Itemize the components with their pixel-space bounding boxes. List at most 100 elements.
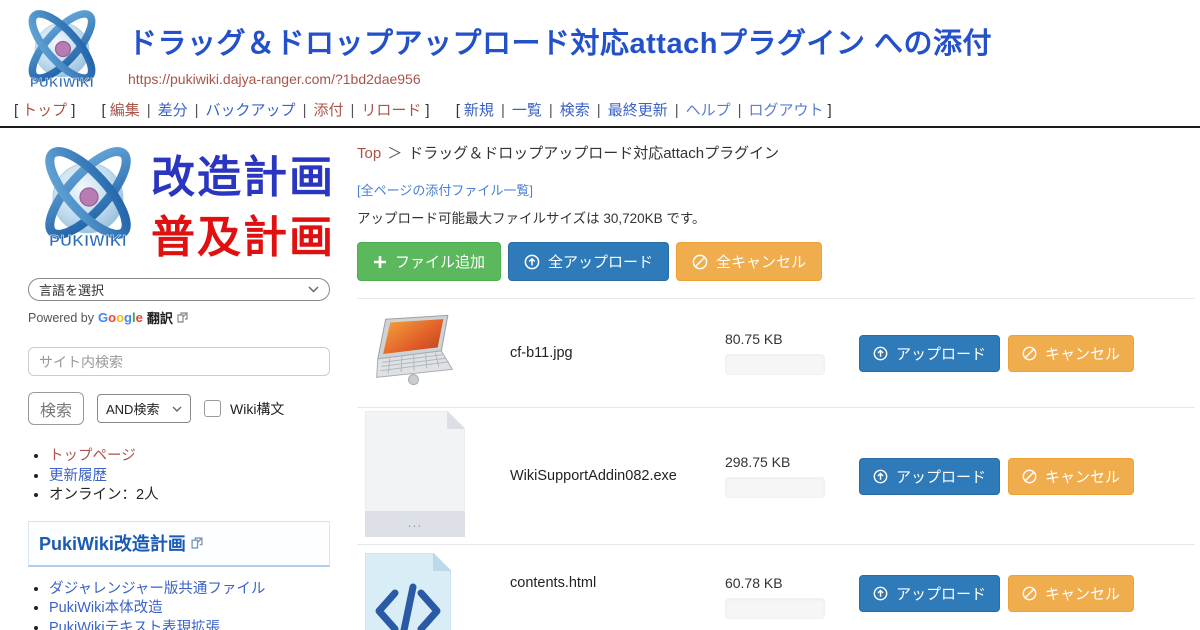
top-navbar: [トップ] [編集|差分|バックアップ|添付|リロード] [新規|一覧|検索|最… — [0, 95, 1200, 126]
chevron-down-icon — [308, 286, 319, 293]
list-item: PukiWikiテキスト表現拡張 — [49, 619, 330, 630]
nav-search[interactable]: 検索 — [560, 102, 590, 119]
list-item: ダジャレンジャー版共通ファイル — [49, 580, 330, 600]
wiki-syntax-label: Wiki構文 — [230, 399, 284, 419]
upload-label: アップロード — [896, 466, 986, 487]
list-item: トップページ — [49, 447, 330, 467]
kaizou-keikaku-banner[interactable]: PUKIWIKI 改造計画 普及計画 — [28, 140, 330, 266]
search-controls: 検索 AND検索 Wiki構文 — [28, 392, 330, 425]
sidebar-item-common-files[interactable]: ダジャレンジャー版共通ファイル — [49, 581, 265, 597]
external-link-icon — [177, 312, 188, 323]
list-item: PukiWiki本体改造 — [49, 599, 330, 619]
all-pages-attach-list-link[interactable]: [全ページの添付ファイル一覧] — [357, 180, 533, 199]
cancel-button[interactable]: キャンセル — [1008, 335, 1134, 372]
bracket: [ — [102, 102, 106, 119]
translate-link[interactable]: 翻訳 — [147, 308, 173, 327]
file-name: cf-b11.jpg — [510, 345, 725, 361]
upload-circle-icon — [524, 254, 540, 270]
upload-progress-bar — [725, 477, 825, 498]
nav-reload[interactable]: リロード — [361, 102, 421, 119]
nav-list[interactable]: 一覧 — [512, 102, 542, 119]
nav-logout[interactable]: ログアウト — [749, 102, 824, 119]
site-search-input[interactable] — [28, 347, 330, 376]
language-select[interactable]: 言語を選択 — [28, 278, 330, 301]
sidebar-item-core-mod[interactable]: PukiWiki本体改造 — [49, 600, 163, 616]
upload-label: アップロード — [896, 343, 986, 364]
pipe: | — [597, 102, 601, 119]
add-file-button[interactable]: ファイル追加 — [357, 242, 501, 281]
nav-group-site: [新規|一覧|検索|最終更新|ヘルプ|ログアウト] — [452, 102, 836, 119]
pipe: | — [675, 102, 679, 119]
nav-group-top: [トップ] — [10, 102, 79, 119]
pukiwiki-logo-text: PUKIWIKI — [30, 75, 94, 90]
upload-button[interactable]: アップロード — [859, 335, 1000, 372]
chevron-down-icon — [172, 406, 182, 412]
pipe: | — [195, 102, 199, 119]
file-name: WikiSupportAddin082.exe — [510, 468, 725, 484]
breadcrumb-home-link[interactable]: Top — [357, 145, 381, 162]
sidebar: PUKIWIKI 改造計画 普及計画 言語を選択 Powered by Goog… — [0, 128, 345, 630]
nav-edit[interactable]: 編集 — [110, 102, 140, 119]
max-upload-size-text: アップロード可能最大ファイルサイズは 30,720KB です。 — [357, 207, 1200, 227]
nav-backup[interactable]: バックアップ — [206, 102, 296, 119]
pipe: | — [147, 102, 151, 119]
cancel-all-label: 全キャンセル — [716, 251, 806, 272]
file-size: 80.75 KB — [725, 331, 843, 347]
bracket: ] — [425, 102, 429, 119]
cancel-button[interactable]: キャンセル — [1008, 575, 1134, 612]
search-mode-select[interactable]: AND検索 — [97, 394, 191, 423]
breadcrumb: Top ＞ ドラッグ＆ドロップアップロード対応attachプラグイン — [357, 142, 1200, 163]
google-translate-attribution: Powered by Google 翻訳 — [28, 308, 330, 327]
language-select-value: 言語を選択 — [39, 280, 104, 299]
upload-button[interactable]: アップロード — [859, 458, 1000, 495]
ban-icon — [1022, 586, 1037, 601]
nav-diff[interactable]: 差分 — [158, 102, 188, 119]
bracket: ] — [828, 102, 832, 119]
powered-by-text: Powered by — [28, 311, 94, 325]
upload-circle-icon — [873, 346, 888, 361]
banner-line2: 普及計画 — [151, 213, 330, 262]
cancel-label: キャンセル — [1045, 583, 1120, 604]
bulk-action-buttons: ファイル追加 全アップロード 全キャンセル — [357, 242, 1200, 281]
sidebar-item-history[interactable]: 更新履歴 — [49, 468, 107, 484]
nav-help[interactable]: ヘルプ — [686, 102, 731, 119]
laptop-photo-thumbnail — [365, 309, 465, 393]
external-link-icon — [191, 537, 203, 549]
upload-file-list: cf-b11.jpg 80.75 KB アップロード キャンセル — [357, 298, 1200, 630]
pipe: | — [303, 102, 307, 119]
cancel-label: キャンセル — [1045, 343, 1120, 364]
site-header: PUKIWIKI ドラッグ＆ドロップアップロード対応attachプラグイン への… — [0, 0, 1200, 95]
pukiwiki-atom-logo[interactable]: PUKIWIKI — [12, 4, 112, 96]
list-item: 更新履歴 — [49, 467, 330, 487]
page-url-link[interactable]: https://pukiwiki.dajya-ranger.com/?1bd2d… — [128, 71, 1200, 87]
upload-label: アップロード — [896, 583, 986, 604]
pipe: | — [549, 102, 553, 119]
nav-new[interactable]: 新規 — [464, 102, 494, 119]
pipe: | — [350, 102, 354, 119]
ban-icon — [1022, 469, 1037, 484]
sidebar-section-heading-link[interactable]: PukiWiki改造計画 — [39, 530, 186, 556]
upload-button[interactable]: アップロード — [859, 575, 1000, 612]
nav-attach[interactable]: 添付 — [313, 102, 343, 119]
upload-progress-bar — [725, 598, 825, 619]
cancel-button[interactable]: キャンセル — [1008, 458, 1134, 495]
bracket: [ — [456, 102, 460, 119]
plus-icon — [373, 255, 387, 269]
banner-line1: 改造計画 — [151, 153, 330, 202]
upload-all-button[interactable]: 全アップロード — [508, 242, 669, 281]
nav-recent[interactable]: 最終更新 — [608, 102, 668, 119]
breadcrumb-current: ドラッグ＆ドロップアップロード対応attachプラグイン — [408, 145, 779, 162]
google-logo: Google — [98, 310, 143, 325]
sidebar-item-top-page[interactable]: トップページ — [49, 448, 136, 464]
sidebar-top-links: トップページ 更新履歴 オンライン：2人 — [28, 447, 330, 506]
nav-top[interactable]: トップ — [22, 102, 67, 119]
file-row: contents.html 60.78 KB アップロード キャンセル — [357, 545, 1200, 630]
file-size: 60.78 KB — [725, 575, 843, 591]
wiki-syntax-checkbox[interactable] — [204, 400, 221, 417]
sidebar-main-links: ダジャレンジャー版共通ファイル PukiWiki本体改造 PukiWikiテキス… — [28, 580, 330, 630]
upload-circle-icon — [873, 586, 888, 601]
search-button[interactable]: 検索 — [28, 392, 84, 425]
cancel-all-button[interactable]: 全キャンセル — [676, 242, 822, 281]
sidebar-item-text-ext[interactable]: PukiWikiテキスト表現拡張 — [49, 620, 220, 630]
breadcrumb-separator: ＞ — [387, 145, 402, 162]
